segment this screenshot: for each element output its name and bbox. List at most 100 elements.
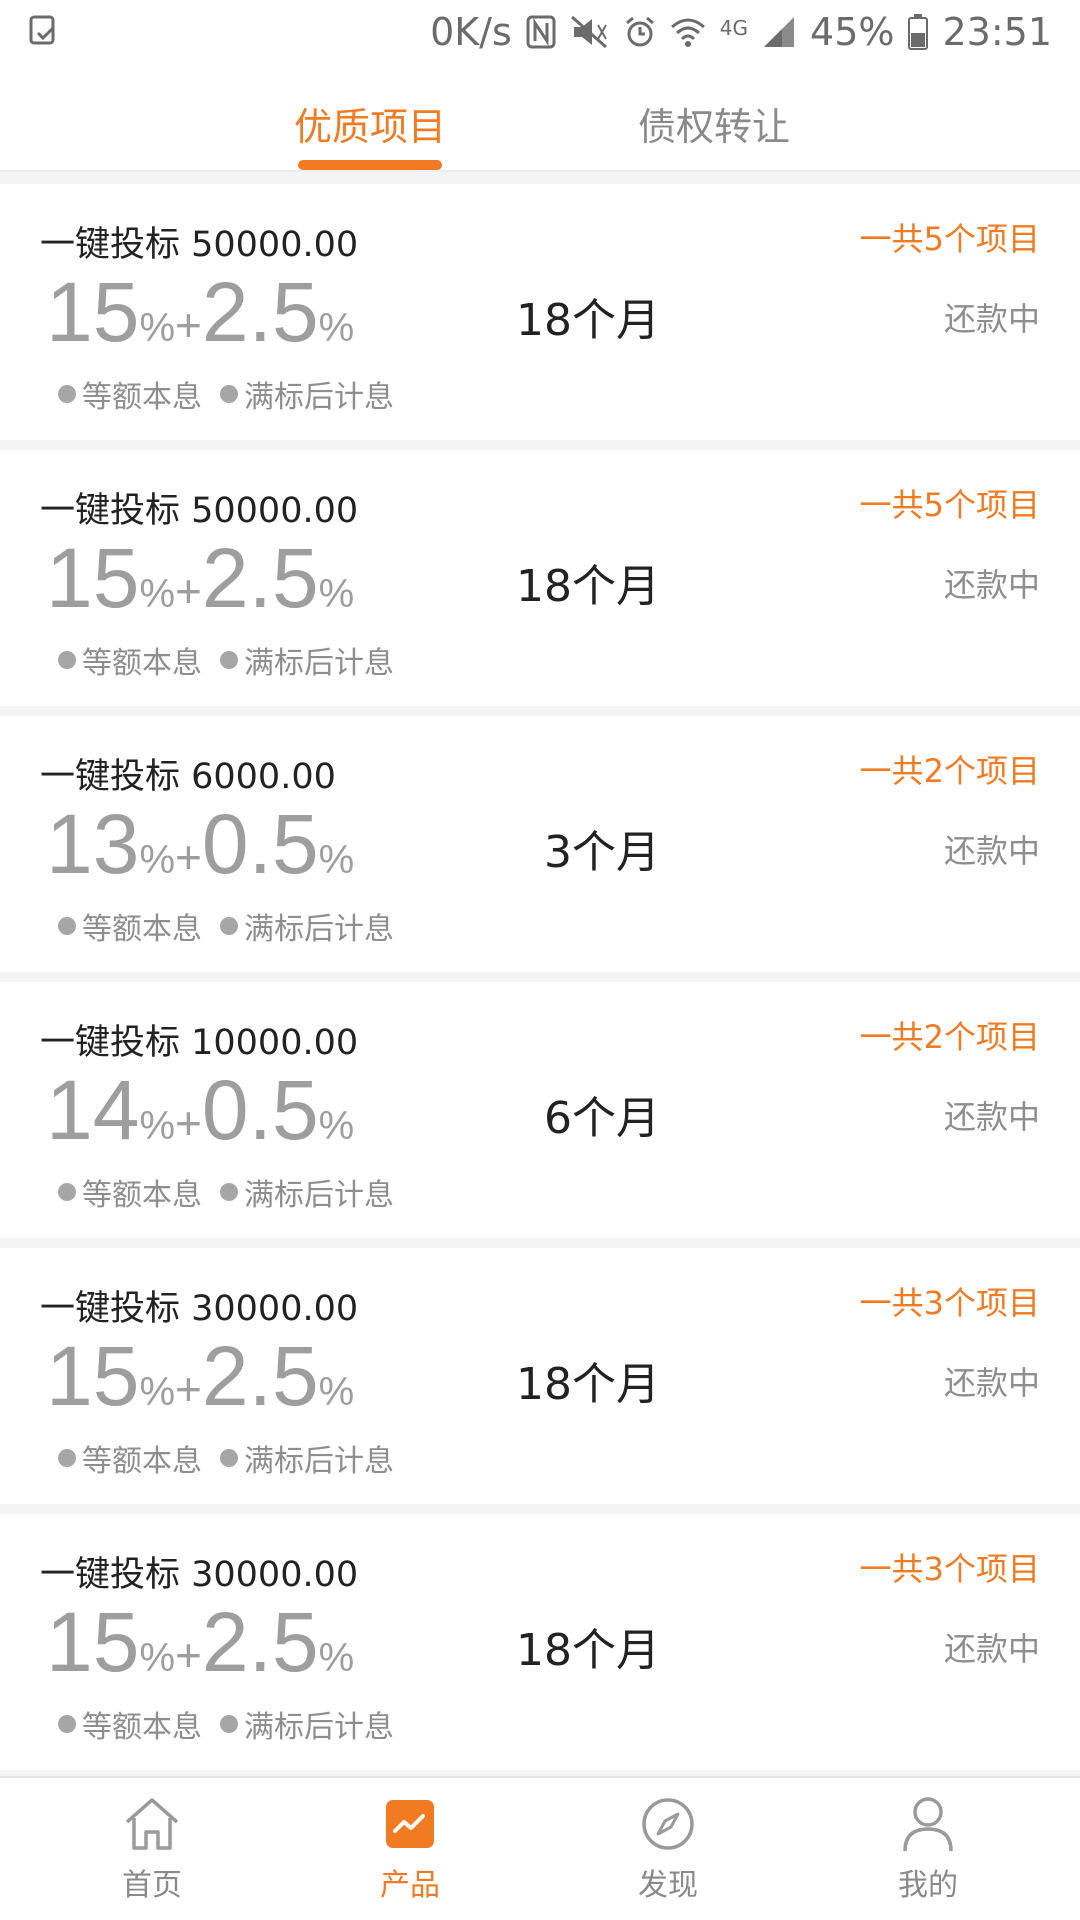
tab-quality-projects[interactable]: 优质项目 xyxy=(294,96,446,151)
rate-percent: % xyxy=(318,1104,355,1148)
rate-base: 15 xyxy=(46,531,140,625)
tag-label: 满标后计息 xyxy=(244,1710,394,1745)
tag-interest: 满标后计息 xyxy=(220,372,394,416)
item-rate: 15% +2.5% xyxy=(46,270,354,354)
item-project-count: 一共2个项目 xyxy=(859,1018,1040,1056)
rate-base: 15 xyxy=(46,1329,140,1423)
screen: 0K/s 4G 45% 23:51 优质项目 债权转让 一键投标 50000.0… xyxy=(0,0,1080,1920)
tag-repayment: 等额本息 xyxy=(58,1436,202,1480)
item-tags: 等额本息 满标后计息 xyxy=(58,638,394,682)
item-status: 还款中 xyxy=(943,300,1040,338)
rate-plus: + xyxy=(175,565,202,617)
dot-icon xyxy=(220,1715,238,1733)
rate-percent: % xyxy=(318,306,355,350)
tag-interest: 满标后计息 xyxy=(220,1702,394,1746)
clock: 23:51 xyxy=(942,10,1052,54)
item-rate: 15% +2.5% xyxy=(46,536,354,620)
item-tags: 等额本息 满标后计息 xyxy=(58,372,394,416)
item-rate: 14% +0.5% xyxy=(46,1068,354,1152)
rate-plus: + xyxy=(175,831,202,883)
rate-percent: % xyxy=(139,838,176,882)
item-title: 一键投标 50000.00 xyxy=(40,225,359,265)
nav-product[interactable]: 产品 xyxy=(350,1794,470,1910)
tag-label: 等额本息 xyxy=(82,1710,202,1745)
item-term: 6个月 xyxy=(544,1093,660,1144)
nav-mine[interactable]: 我的 xyxy=(868,1794,988,1910)
tag-label: 等额本息 xyxy=(82,1444,202,1479)
dot-icon xyxy=(220,651,238,669)
status-bar: 0K/s 4G 45% 23:51 xyxy=(0,0,1080,64)
rate-extra: 2.5 xyxy=(201,531,319,625)
list-item[interactable]: 一键投标 30000.00 一共3个项目 15% +2.5% 18个月 还款中 等… xyxy=(0,1248,1080,1504)
item-title: 一键投标 6000.00 xyxy=(40,757,336,797)
dot-icon xyxy=(58,1449,76,1467)
tag-label: 满标后计息 xyxy=(244,1178,394,1213)
rate-plus: + xyxy=(175,1629,202,1681)
list-item[interactable]: 一键投标 50000.00 一共5个项目 15% +2.5% 18个月 还款中 等… xyxy=(0,184,1080,440)
product-chart-icon xyxy=(380,1794,440,1854)
rate-percent: % xyxy=(318,1636,355,1680)
item-tags: 等额本息 满标后计息 xyxy=(58,1702,394,1746)
dot-icon xyxy=(58,651,76,669)
item-project-count: 一共5个项目 xyxy=(859,486,1040,524)
tag-interest: 满标后计息 xyxy=(220,638,394,682)
item-rate: 13% +0.5% xyxy=(46,802,354,886)
tag-label: 等额本息 xyxy=(82,380,202,415)
dot-icon xyxy=(58,1183,76,1201)
rate-plus: + xyxy=(175,1097,202,1149)
rate-percent: % xyxy=(139,306,176,350)
rate-extra: 2.5 xyxy=(201,1329,319,1423)
bottom-nav: 首页 产品 发现 我的 xyxy=(0,1776,1080,1920)
rate-percent: % xyxy=(139,1636,176,1680)
item-project-count: 一共5个项目 xyxy=(859,220,1040,258)
battery-icon xyxy=(908,14,929,50)
rate-percent: % xyxy=(318,572,355,616)
tag-label: 等额本息 xyxy=(82,1178,202,1213)
item-project-count: 一共2个项目 xyxy=(859,752,1040,790)
item-status: 还款中 xyxy=(943,832,1040,870)
rate-percent: % xyxy=(139,572,176,616)
item-project-count: 一共3个项目 xyxy=(859,1550,1040,1588)
dot-icon xyxy=(220,385,238,403)
tag-label: 等额本息 xyxy=(82,646,202,681)
item-status: 还款中 xyxy=(943,1630,1040,1668)
nav-label: 我的 xyxy=(898,1868,958,1903)
dot-icon xyxy=(220,1449,238,1467)
item-status: 还款中 xyxy=(943,566,1040,604)
rate-base: 13 xyxy=(46,797,140,891)
list-item[interactable]: 一键投标 50000.00 一共5个项目 15% +2.5% 18个月 还款中 等… xyxy=(0,450,1080,706)
rate-percent: % xyxy=(139,1370,176,1414)
rate-extra: 0.5 xyxy=(201,1063,319,1157)
rate-base: 15 xyxy=(46,265,140,359)
tag-repayment: 等额本息 xyxy=(58,372,202,416)
network-speed: 0K/s xyxy=(430,10,512,54)
tag-repayment: 等额本息 xyxy=(58,638,202,682)
mute-icon xyxy=(570,15,610,49)
dot-icon xyxy=(58,917,76,935)
tab-debt-transfer[interactable]: 债权转让 xyxy=(638,96,790,151)
list-item[interactable]: 一键投标 10000.00 一共2个项目 14% +0.5% 6个月 还款中 等额… xyxy=(0,982,1080,1238)
item-title: 一键投标 10000.00 xyxy=(40,1023,359,1063)
tag-label: 满标后计息 xyxy=(244,646,394,681)
tag-repayment: 等额本息 xyxy=(58,904,202,948)
item-term: 3个月 xyxy=(544,827,660,878)
nav-discover[interactable]: 发现 xyxy=(608,1794,728,1910)
home-icon xyxy=(122,1794,182,1854)
item-term: 18个月 xyxy=(516,295,660,346)
item-status: 还款中 xyxy=(943,1098,1040,1136)
notification-icon xyxy=(28,15,58,49)
compass-icon xyxy=(638,1794,698,1854)
nav-home[interactable]: 首页 xyxy=(92,1794,212,1910)
tag-label: 等额本息 xyxy=(82,912,202,947)
product-list: 一键投标 50000.00 一共5个项目 15% +2.5% 18个月 还款中 等… xyxy=(0,184,1080,1780)
item-status: 还款中 xyxy=(943,1364,1040,1402)
tag-interest: 满标后计息 xyxy=(220,1436,394,1480)
list-item[interactable]: 一键投标 6000.00 一共2个项目 13% +0.5% 3个月 还款中 等额本… xyxy=(0,716,1080,972)
nfc-icon xyxy=(526,15,556,49)
item-tags: 等额本息 满标后计息 xyxy=(58,1170,394,1214)
user-icon xyxy=(898,1794,958,1854)
list-item[interactable]: 一键投标 30000.00 一共3个项目 15% +2.5% 18个月 还款中 等… xyxy=(0,1514,1080,1770)
rate-percent: % xyxy=(318,1370,355,1414)
rate-plus: + xyxy=(175,1363,202,1415)
rate-percent: % xyxy=(139,1104,176,1148)
